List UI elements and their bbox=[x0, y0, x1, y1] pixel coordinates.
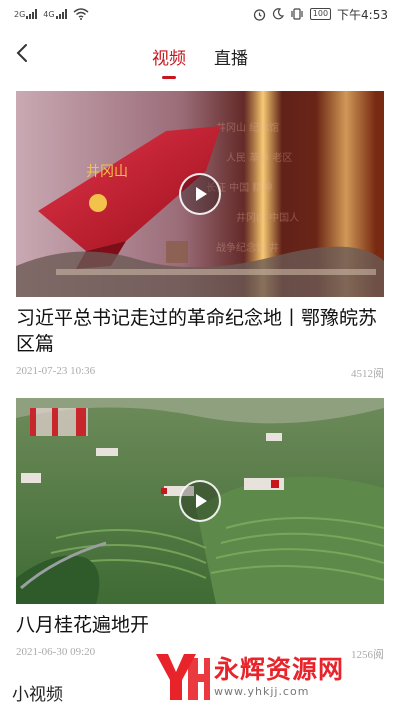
header: 视频 直播 bbox=[0, 28, 400, 84]
network-type-2: 4G bbox=[43, 10, 55, 19]
status-time: 下午4:53 bbox=[337, 7, 388, 22]
play-icon bbox=[196, 494, 207, 508]
play-button[interactable] bbox=[179, 173, 221, 215]
video-date: 2021-06-30 09:20 bbox=[16, 646, 96, 658]
watermark-url: www.yhkjj.com bbox=[214, 685, 310, 698]
signal-1: 2G bbox=[14, 9, 38, 19]
tab-video[interactable]: 视频 bbox=[152, 44, 186, 77]
vibrate-icon bbox=[291, 8, 303, 20]
tab-bar: 视频 直播 bbox=[0, 44, 400, 77]
section-title-short-videos: 小视频 bbox=[12, 685, 63, 705]
svg-text:井冈山: 井冈山 bbox=[86, 164, 128, 180]
signal-bars-icon bbox=[55, 9, 67, 19]
play-button[interactable] bbox=[179, 480, 221, 522]
watermark-name: 永辉资源网 bbox=[214, 655, 345, 684]
svg-text:人民 革命 老区: 人民 革命 老区 bbox=[226, 151, 292, 164]
status-bar: 2G 4G 100 下午4:53 bbox=[0, 0, 400, 28]
tab-live[interactable]: 直播 bbox=[214, 44, 248, 77]
video-card[interactable]: 井冈山 纪念馆 人民 革命 老区 长征 中国 精神 井冈山 中国人 战争纪念馆 … bbox=[16, 91, 384, 381]
status-right: 100 下午4:53 bbox=[253, 6, 388, 23]
battery-indicator: 100 bbox=[309, 8, 332, 20]
watermark: 永辉资源网 www.yhkjj.com bbox=[152, 646, 392, 708]
signal-bars-icon bbox=[26, 9, 38, 19]
moon-icon bbox=[272, 8, 284, 20]
play-icon bbox=[196, 187, 207, 201]
video-title[interactable]: 习近平总书记走过的革命纪念地丨鄂豫皖苏区篇 bbox=[16, 305, 384, 357]
video-thumbnail[interactable] bbox=[16, 398, 384, 604]
video-title[interactable]: 八月桂花遍地开 bbox=[16, 612, 384, 638]
video-date: 2021-07-23 10:36 bbox=[16, 365, 96, 377]
wifi-icon bbox=[73, 8, 89, 20]
status-left: 2G 4G bbox=[14, 8, 89, 20]
svg-text:战争纪念馆 井: 战争纪念馆 井 bbox=[216, 241, 279, 254]
video-thumbnail[interactable]: 井冈山 纪念馆 人民 革命 老区 长征 中国 精神 井冈山 中国人 战争纪念馆 … bbox=[16, 91, 384, 297]
alarm-icon bbox=[253, 8, 265, 21]
network-type-1: 2G bbox=[14, 10, 26, 19]
video-meta: 2021-07-23 10:36 4512阅 bbox=[16, 365, 384, 381]
watermark-logo bbox=[156, 654, 210, 700]
video-views: 4512阅 bbox=[351, 368, 384, 380]
video-card[interactable]: 八月桂花遍地开 2021-06-30 09:20 1256阅 bbox=[16, 398, 384, 662]
watermark-text: 永辉资源网 www.yhkjj.com bbox=[214, 655, 344, 699]
svg-text:井冈山 中国人: 井冈山 中国人 bbox=[236, 211, 299, 224]
signal-2: 4G bbox=[43, 9, 67, 19]
svg-text:井冈山 纪念馆: 井冈山 纪念馆 bbox=[216, 121, 279, 134]
